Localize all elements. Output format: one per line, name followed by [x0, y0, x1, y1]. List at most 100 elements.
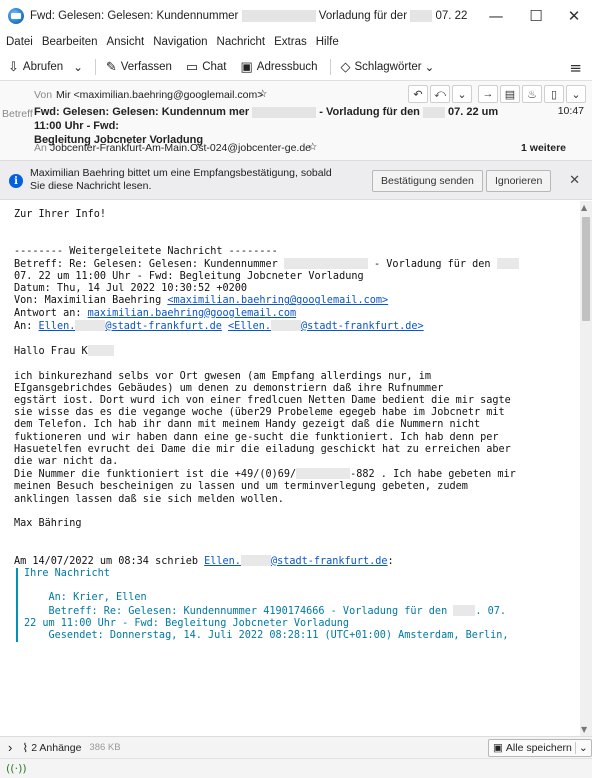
fetch-label: Abrufen: [22, 61, 64, 73]
email-link-text: Ellen.: [204, 555, 241, 567]
more-recipients-link[interactable]: 1 weitere: [521, 142, 566, 154]
fetch-button[interactable]: ⇩ Abrufen: [4, 57, 67, 77]
redacted-block: [75, 319, 106, 331]
connection-status-icon[interactable]: ((·)): [6, 762, 27, 775]
message-time: 10:47: [557, 105, 584, 117]
pencil-icon: ✎: [105, 59, 117, 74]
ignore-button[interactable]: Ignorieren: [486, 170, 552, 192]
menu-item-nachricht[interactable]: Nachricht: [217, 36, 266, 48]
addressbook-label: Adressbuch: [256, 61, 318, 73]
redacted-block: [453, 604, 476, 616]
body-text: Datum: Thu, 14 Jul 2022 10:30:52 +0200: [14, 283, 248, 295]
delete-icon[interactable]: ▯: [544, 85, 564, 103]
addressbook-button[interactable]: ▣ Adressbuch: [236, 57, 321, 77]
minimize-button[interactable]: —: [478, 4, 514, 28]
from-label: Von: [34, 89, 53, 101]
status-bar: ((·)): [0, 758, 592, 778]
subject-value: Fwd: Gelesen: Gelesen: Kundennum mer - V…: [34, 105, 504, 147]
attachments-count[interactable]: 2 Anhänge: [31, 742, 81, 754]
chat-button[interactable]: ▭ Chat: [182, 57, 231, 77]
to-value[interactable]: Jobcenter-Frankfurt-Am-Main.Ost-024@jobc…: [50, 142, 311, 154]
body-text: Betreff: Re: Gelesen: Gelesen: Kundennum…: [14, 258, 278, 270]
menu-item-bearbeiten[interactable]: Bearbeiten: [42, 36, 98, 48]
forward-separator: -------- Weitergeleitete Nachricht -----…: [14, 245, 278, 257]
send-receipt-button[interactable]: Bestätigung senden: [372, 170, 483, 192]
menu-item-hilfe[interactable]: Hilfe: [316, 36, 339, 48]
chevron-down-icon[interactable]: ⌄: [452, 85, 472, 103]
quote-text: Betreff: Re: Gelesen: Kundennummer 41901…: [24, 605, 448, 617]
junk-icon[interactable]: ♨: [522, 85, 542, 103]
chevron-down-icon[interactable]: ⌄: [574, 742, 588, 754]
title-bar: Fwd: Gelesen: Gelesen: Kundennummer Vorl…: [0, 0, 592, 32]
window-title: Fwd: Gelesen: Gelesen: Kundennummer Vorl…: [30, 9, 470, 23]
quote-text: . 07.: [475, 605, 507, 617]
main-toolbar: ⇩ Abrufen ⌄ ✎ Verfassen ▭ Chat ▣ Adressb…: [0, 54, 592, 80]
window-title-part: Vorladung für der: [318, 10, 408, 23]
close-icon[interactable]: ✕: [569, 172, 580, 188]
star-icon[interactable]: ☆: [258, 88, 267, 100]
redacted-block: [87, 345, 114, 357]
attachment-toggle[interactable]: ›: [8, 740, 12, 755]
body-text: Von: Maximilian Baehring: [14, 295, 168, 307]
tags-button[interactable]: ◇ Schlagwörter ⌄: [337, 57, 439, 77]
close-window-button[interactable]: ✕: [556, 4, 592, 28]
toolbar-divider: [329, 59, 331, 75]
menu-item-ansicht[interactable]: Ansicht: [106, 36, 144, 48]
scroll-down-icon[interactable]: ▼: [581, 725, 587, 734]
menu-item-extras[interactable]: Extras: [274, 36, 307, 48]
chevron-down-icon: ⌄: [73, 62, 83, 74]
signature: Max Bähring: [14, 518, 82, 530]
save-all-label: Alle speichern: [505, 742, 572, 754]
body-text: Zur Ihrer Info!: [14, 209, 107, 220]
to-label: An: [34, 142, 47, 154]
subject-label: Betreff: [2, 108, 33, 120]
attachments-size: 386 KB: [89, 742, 121, 753]
redacted-block: [241, 9, 316, 22]
thunderbird-icon: [8, 8, 24, 24]
redacted-block: [422, 106, 445, 118]
greeting: Hallo Frau K: [14, 346, 88, 358]
compose-label: Verfassen: [120, 61, 172, 73]
chevron-down-icon: ⌄: [424, 62, 435, 74]
compose-button[interactable]: ✎ Verfassen: [102, 57, 176, 77]
menu-item-datei[interactable]: Datei: [6, 36, 33, 48]
message-header: Von Mir <maximilian.baehring@googlemail.…: [0, 80, 592, 160]
attachment-bar: › ⌇ 2 Anhänge 386 KB ▣ Alle speichern ⌄: [0, 736, 592, 758]
email-link[interactable]: Ellen. @stadt-frankfurt.de: [39, 319, 222, 332]
subject-text: - Vorladung für den: [319, 106, 420, 118]
window-title-part: Fwd: Gelesen: Gelesen: Kundennummer: [30, 10, 239, 23]
email-link[interactable]: <maximilian.baehring@googlemail.com>: [167, 295, 388, 306]
redacted-block: [296, 468, 351, 480]
more-icon[interactable]: ⌄: [566, 85, 586, 103]
scroll-thumb[interactable]: [582, 217, 590, 321]
reply-icon[interactable]: ↶: [408, 85, 428, 103]
menu-item-navigation[interactable]: Navigation: [153, 36, 207, 48]
window-title-part: 07. 22 um 11:00 Uhr...: [435, 10, 470, 23]
redacted-block: [240, 554, 271, 566]
fetch-dropdown[interactable]: ⌄: [69, 58, 87, 76]
scroll-up-icon[interactable]: ▲: [581, 203, 587, 212]
email-link-text: <Ellen.: [228, 320, 271, 332]
forward-icon[interactable]: →: [478, 85, 498, 103]
chat-icon: ▭: [185, 59, 199, 74]
menu-hamburger-icon[interactable]: ≡: [569, 59, 582, 77]
download-icon: ⇩: [8, 59, 19, 74]
tag-icon: ◇: [340, 59, 351, 74]
from-value[interactable]: Mir <maximilian.baehring@googlemail.com>: [56, 89, 263, 101]
email-link-text: @stadt-frankfurt.de: [105, 320, 222, 332]
email-link[interactable]: maximilian.baehring@googlemail.com: [88, 308, 297, 319]
maximize-button[interactable]: ☐: [518, 4, 554, 28]
email-link[interactable]: <Ellen. @stadt-frankfurt.de>: [228, 319, 424, 332]
redacted-block: [496, 257, 519, 269]
body-text: An:: [14, 320, 39, 332]
star-icon[interactable]: ☆: [308, 141, 317, 153]
quote-title: Ihre Nachricht: [24, 567, 110, 579]
save-all-button[interactable]: ▣ Alle speichern ⌄: [488, 739, 592, 757]
email-link[interactable]: Ellen. @stadt-frankfurt.de: [204, 554, 388, 567]
vertical-scrollbar[interactable]: ▲ ▼: [580, 201, 592, 736]
archive-icon[interactable]: ▤: [500, 85, 520, 103]
message-body: Zur Ihrer Info! -------- Weitergeleitete…: [0, 201, 580, 736]
message-actions: ↶ ⤺ ⌄ → ▤ ♨ ▯ ⌄: [406, 85, 586, 103]
reply-all-icon[interactable]: ⤺: [430, 85, 450, 103]
toolbar-divider: [94, 59, 96, 75]
